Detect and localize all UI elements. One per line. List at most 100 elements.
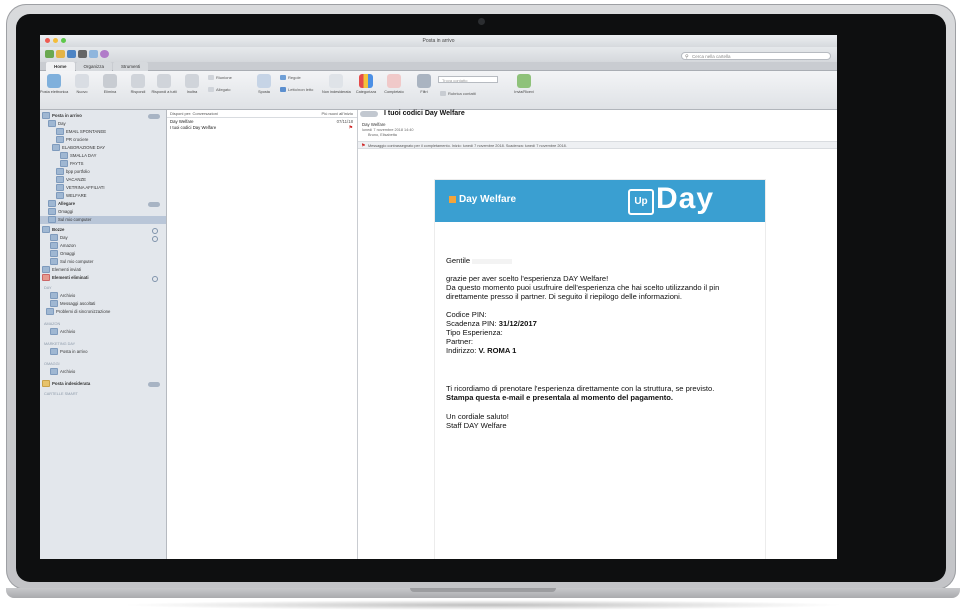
reply-all-icon xyxy=(157,74,171,88)
folder-elaborazione-day[interactable]: ELABORAZIONE DAY xyxy=(52,144,105,152)
email-recipient[interactable]: Bruno, Elisabetta xyxy=(368,133,397,137)
trash-icon xyxy=(103,74,117,88)
section-marketing-day[interactable]: MARKETING DAY xyxy=(44,340,75,348)
send-receive-quick-icon[interactable] xyxy=(45,50,54,58)
read-unread-label: Letto/non letto xyxy=(288,87,314,92)
folder-amazon[interactable]: Amazon xyxy=(50,242,76,250)
folder-drafts-day[interactable]: Day xyxy=(50,234,68,242)
folder-icon xyxy=(48,200,56,208)
forward-button[interactable]: Inoltra xyxy=(178,74,206,94)
follow-up-button[interactable]: Completato xyxy=(380,74,408,94)
archive-icon xyxy=(50,292,58,300)
not-junk-button[interactable]: Non indesiderata xyxy=(322,74,351,94)
folder-archive-day[interactable]: Archivio xyxy=(50,292,75,300)
folder-payts[interactable]: PAYTS xyxy=(60,160,83,168)
new-items-button[interactable]: Nuovo xyxy=(68,74,96,94)
meeting-button[interactable]: Riunione xyxy=(208,75,232,81)
section-day[interactable]: DAY xyxy=(44,284,52,292)
folder-drafts[interactable]: Bozze xyxy=(42,226,64,234)
folder-omaggi[interactable]: Omaggi xyxy=(48,208,73,216)
send-receive-button[interactable]: Invia/Ricevi xyxy=(510,74,538,94)
trash-icon xyxy=(42,274,50,282)
folder-quick-icon[interactable] xyxy=(56,50,65,58)
flag-icon: ⚑ xyxy=(361,143,366,149)
folder-allegare[interactable]: Allegare xyxy=(48,200,75,208)
email-subject: I tuoi codici Day Welfare xyxy=(384,110,465,117)
reply-icon xyxy=(131,74,145,88)
folder-pr-crociere[interactable]: PR crociere xyxy=(56,136,88,144)
categorize-button[interactable]: Categorizza xyxy=(352,74,380,94)
folder-label: bpp portfolio xyxy=(66,169,90,174)
folder-sync-problems[interactable]: Problemi di sincronizzazione xyxy=(46,308,110,316)
tab-tools[interactable]: Strumenti xyxy=(113,62,149,71)
send-receive-label: Invia/Ricevi xyxy=(514,90,534,94)
delete-button[interactable]: Elimina xyxy=(96,74,124,94)
section-omaggi[interactable]: OMAGGI xyxy=(44,360,60,368)
folder-icon xyxy=(50,300,58,308)
tab-organize[interactable]: Organizza xyxy=(75,62,113,71)
experience-type-row: Tipo Esperienza: xyxy=(446,328,503,337)
folder-drafts-computer[interactable]: Sul mio computer xyxy=(50,258,93,266)
folder-day[interactable]: Day xyxy=(48,120,66,128)
folder-email-spontanee[interactable]: EMAIL SPONTANEE xyxy=(56,128,106,136)
folder-label: Day xyxy=(58,121,66,126)
sort-dropdown[interactable]: Disponi per: Conversazioni xyxy=(170,111,218,116)
sync-icon xyxy=(152,236,158,242)
find-contact-input[interactable]: Trova contatto xyxy=(438,76,498,83)
folder-vetrina-affiliati[interactable]: VETRINA AFFILIATI xyxy=(56,184,105,192)
folder-label: PR crociere xyxy=(66,137,89,142)
filter-button[interactable]: Filtri xyxy=(410,74,438,94)
calendar-quick-icon[interactable] xyxy=(67,50,76,58)
folder-label: Messaggi ascoltati xyxy=(60,301,96,306)
laptop-notch xyxy=(410,588,556,592)
reply-all-button[interactable]: Rispondi a tutti xyxy=(150,74,178,94)
undo-quick-icon[interactable] xyxy=(100,50,109,58)
closing-line: Un cordiale saluto! xyxy=(446,412,509,421)
search-field[interactable]: ⚲ Cerca nella cartella xyxy=(681,52,831,60)
folder-sent[interactable]: Elementi inviati xyxy=(42,266,81,274)
section-smart-folders[interactable]: CARTELLE SMART xyxy=(44,390,78,398)
folder-inbox-marketing[interactable]: Posta in arrivo xyxy=(50,348,87,356)
print-quick-icon[interactable] xyxy=(78,50,87,58)
attachment-button[interactable]: Allegato xyxy=(208,87,230,93)
window-quick-icon[interactable] xyxy=(89,50,98,58)
folder-on-my-computer-selected[interactable]: Sul mio computer xyxy=(40,216,166,224)
greeting: Gentile xyxy=(446,256,513,265)
app-screen: Posta in arrivo ⚲ Cerca nella cartella H… xyxy=(40,35,837,559)
folder-junk[interactable]: Posta indesiderata xyxy=(42,380,90,388)
message-row[interactable]: Day Welfare 07/11/18 I tuoi codici Day W… xyxy=(167,119,357,133)
follow-up-text: Messaggio contrassegnato per il completa… xyxy=(368,144,567,148)
folder-archive-omaggi[interactable]: Archivio xyxy=(50,368,75,376)
rules-button[interactable]: Regole xyxy=(280,75,301,81)
folder-deleted[interactable]: Elementi eliminati xyxy=(42,274,89,282)
order-dropdown[interactable]: Più nuovi all'inizio xyxy=(322,111,353,116)
email-sender[interactable]: Day Welfare xyxy=(362,122,386,127)
folder-vacanze[interactable]: VACANZE xyxy=(56,176,86,184)
new-items-icon xyxy=(75,74,89,88)
folder-archive-amazon[interactable]: Archivio xyxy=(50,328,75,336)
reply-button[interactable]: Rispondi xyxy=(124,74,152,94)
move-button[interactable]: Sposta xyxy=(250,74,278,94)
folder-inbox[interactable]: Posta in arrivo xyxy=(42,112,82,120)
reading-toolbar: I tuoi codici Day Welfare xyxy=(358,110,837,118)
read-unread-button[interactable]: Letto/non letto xyxy=(280,87,314,93)
conversation-toggle[interactable] xyxy=(360,111,378,117)
folder-listened-messages[interactable]: Messaggi ascoltati xyxy=(50,300,95,308)
folder-smalla-day[interactable]: SMALLA DAY xyxy=(60,152,96,160)
message-sender: Day Welfare xyxy=(170,119,194,124)
folder-drafts-omaggi[interactable]: Omaggi xyxy=(50,250,75,258)
signature: Staff DAY Welfare xyxy=(446,421,507,430)
computer-icon xyxy=(50,258,58,266)
message-list: Disponi per: Conversazioni Più nuovi all… xyxy=(167,110,358,559)
tab-home[interactable]: Home xyxy=(46,62,75,71)
folder-welfare[interactable]: WELFARE xyxy=(56,192,87,200)
section-amazon[interactable]: AMAZON xyxy=(44,320,60,328)
folder-bpp-portfolio[interactable]: bpp portfolio xyxy=(56,168,90,176)
address-book-button[interactable]: Rubrica contatti xyxy=(440,91,476,97)
pin-label: Codice PIN: xyxy=(446,310,487,319)
flag-icon[interactable]: ⚑ xyxy=(349,125,353,131)
envelope-icon xyxy=(280,87,286,93)
new-email-button[interactable]: Posta elettronica xyxy=(40,74,68,94)
follow-up-banner: ⚑ Messaggio contrassegnato per il comple… xyxy=(358,141,837,149)
intro-line-3: direttamente presso il partner. Di segui… xyxy=(446,292,682,301)
